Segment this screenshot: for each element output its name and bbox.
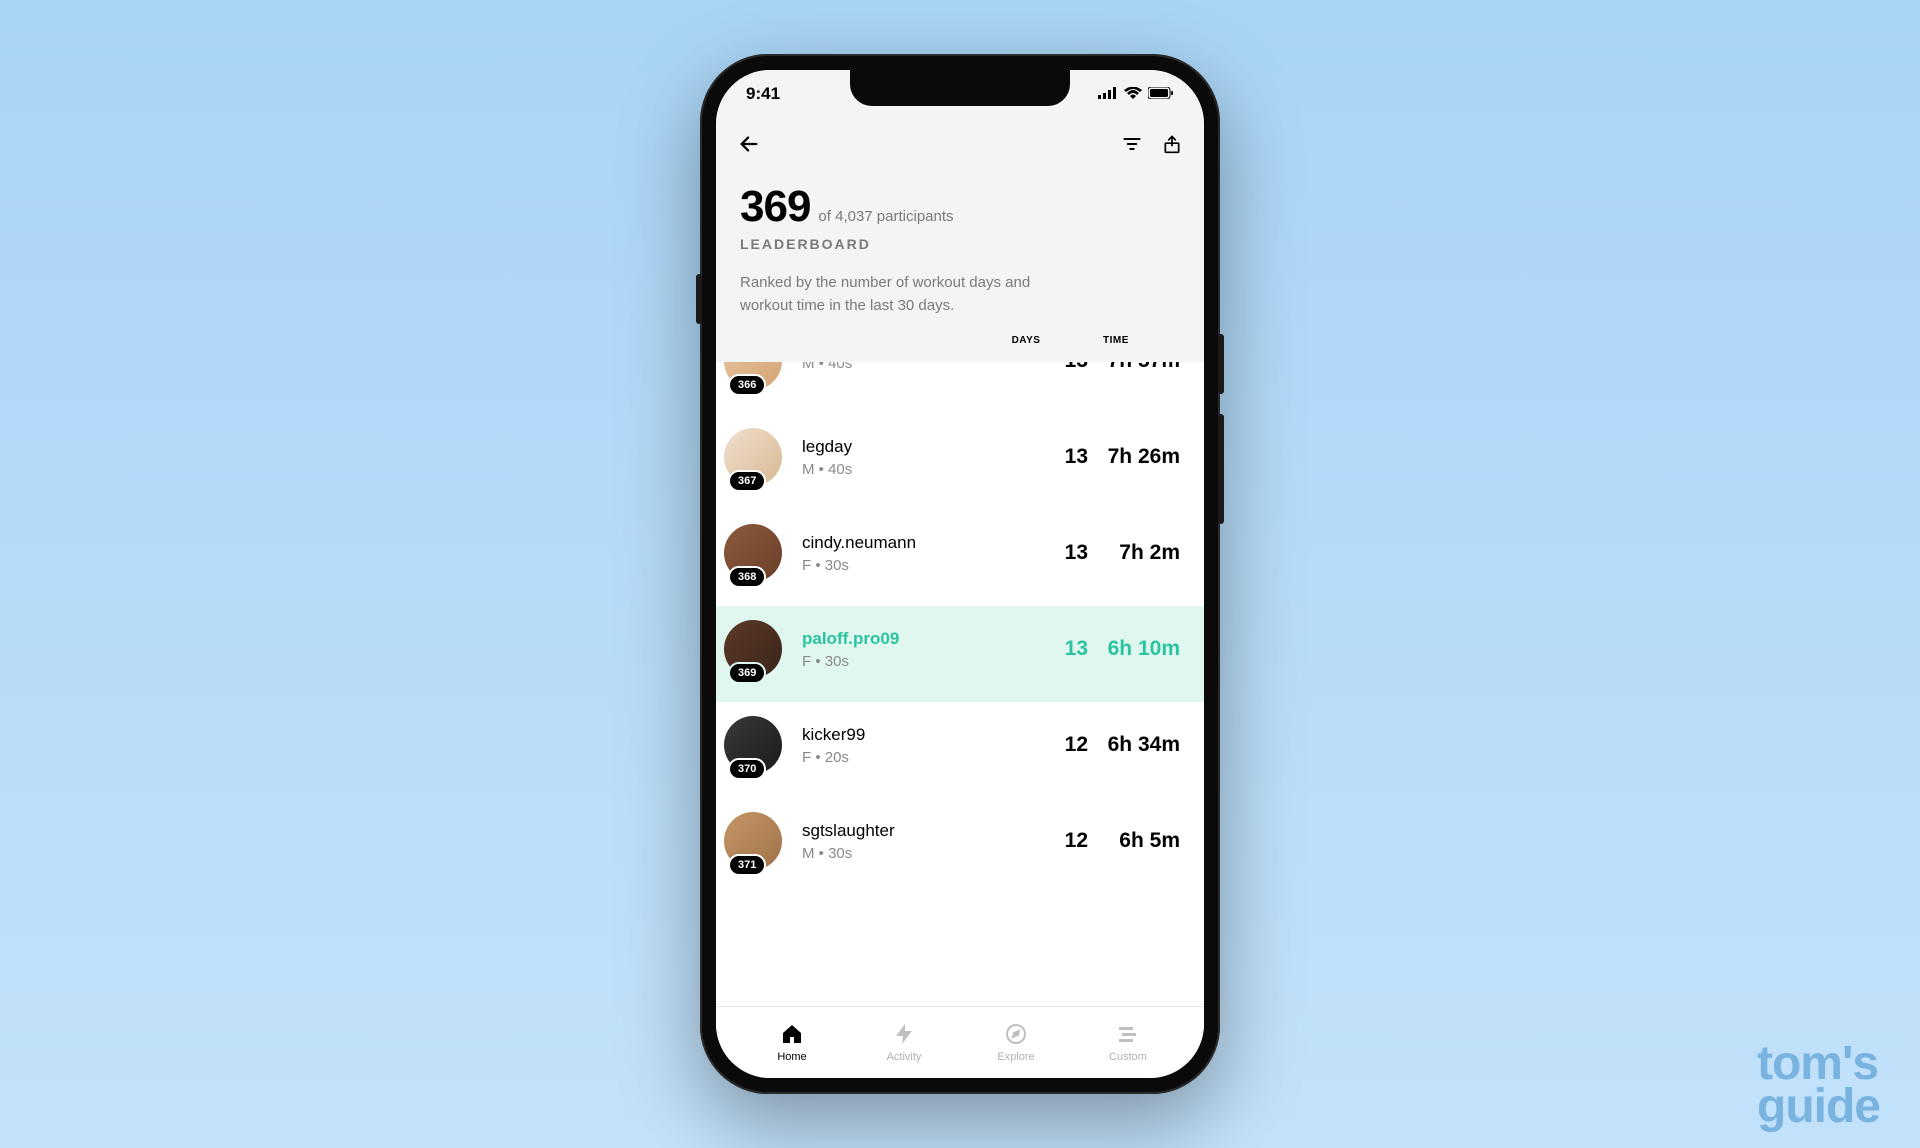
leaderboard-row[interactable]: 367 legday M • 40s 13 7h 26m xyxy=(716,414,1204,510)
user-info: legday M • 40s xyxy=(790,437,1048,478)
leaderboard-row[interactable]: 371 sgtslaughter M • 30s 12 6h 5m xyxy=(716,798,1204,894)
time-value: 7h 57m xyxy=(1088,362,1180,373)
status-time: 9:41 xyxy=(746,84,780,104)
custom-icon xyxy=(1115,1021,1141,1047)
user-info: sgtslaughter M • 30s xyxy=(790,821,1048,862)
battery-icon xyxy=(1148,84,1174,104)
section-title: LEADERBOARD xyxy=(740,236,1180,252)
tab-label: Home xyxy=(777,1051,806,1063)
tab-home[interactable]: Home xyxy=(736,1021,848,1063)
time-value: 7h 26m xyxy=(1088,445,1180,469)
avatar-wrap: 366 xyxy=(724,362,790,390)
tab-custom[interactable]: Custom xyxy=(1072,1021,1184,1063)
user-meta: M • 40s xyxy=(802,461,1048,478)
leaderboard-header: 369 of 4,037 participants LEADERBOARD Ra… xyxy=(716,170,1204,362)
leaderboard-row[interactable]: 370 kicker99 F • 20s 12 6h 34m xyxy=(716,702,1204,798)
user-rank-number: 369 xyxy=(740,182,810,232)
username: paloff.pro09 xyxy=(802,629,1048,649)
back-button[interactable] xyxy=(738,133,760,155)
user-meta: F • 30s xyxy=(802,653,1048,670)
activity-icon xyxy=(891,1021,917,1047)
days-value: 12 xyxy=(1048,733,1088,757)
user-info: M • 40s xyxy=(790,362,1048,372)
rank-badge: 370 xyxy=(728,758,766,780)
username: sgtslaughter xyxy=(802,821,1048,841)
rank-badge: 371 xyxy=(728,854,766,876)
filter-button[interactable] xyxy=(1122,134,1142,154)
username: legday xyxy=(802,437,1048,457)
side-button xyxy=(696,274,702,324)
tab-bar: Home Activity Explore Custom xyxy=(716,1006,1204,1078)
avatar-wrap: 369 xyxy=(724,620,790,678)
participants-count: of 4,037 participants xyxy=(818,208,953,225)
leaderboard-row[interactable]: 366 M • 40s 13 7h 57m xyxy=(716,362,1204,414)
time-column-header: TIME xyxy=(1076,335,1156,346)
side-button xyxy=(1218,414,1224,524)
tab-label: Explore xyxy=(997,1051,1034,1063)
rank-badge: 368 xyxy=(728,566,766,588)
rank-badge: 366 xyxy=(728,374,766,396)
tab-explore[interactable]: Explore xyxy=(960,1021,1072,1063)
days-value: 13 xyxy=(1048,445,1088,469)
leaderboard-row[interactable]: 369 paloff.pro09 F • 30s 13 6h 10m xyxy=(716,606,1204,702)
username: kicker99 xyxy=(802,725,1048,745)
days-value: 13 xyxy=(1048,541,1088,565)
avatar-wrap: 371 xyxy=(724,812,790,870)
days-value: 12 xyxy=(1048,829,1088,853)
side-button xyxy=(1218,334,1224,394)
user-meta: M • 40s xyxy=(802,362,1048,372)
wifi-icon xyxy=(1124,84,1142,104)
days-column-header: DAYS xyxy=(1006,335,1046,346)
cellular-signal-icon xyxy=(1098,84,1118,104)
user-meta: F • 30s xyxy=(802,557,1048,574)
rank-badge: 367 xyxy=(728,470,766,492)
leaderboard-row[interactable]: 368 cindy.neumann F • 30s 13 7h 2m xyxy=(716,510,1204,606)
username: cindy.neumann xyxy=(802,533,1048,553)
user-info: paloff.pro09 F • 30s xyxy=(790,629,1048,670)
days-value: 13 xyxy=(1048,362,1088,373)
user-meta: F • 20s xyxy=(802,749,1048,766)
tab-activity[interactable]: Activity xyxy=(848,1021,960,1063)
avatar-wrap: 367 xyxy=(724,428,790,486)
screen: 9:41 xyxy=(716,70,1204,1078)
column-headers: DAYS TIME xyxy=(740,335,1180,346)
days-value: 13 xyxy=(1048,637,1088,661)
watermark-logo: tom's guide xyxy=(1757,1042,1880,1128)
time-value: 6h 10m xyxy=(1088,637,1180,661)
leaderboard-list[interactable]: 366 M • 40s 13 7h 57m 367 legday M • 40s… xyxy=(716,362,1204,1006)
user-meta: M • 30s xyxy=(802,845,1048,862)
leaderboard-description: Ranked by the number of workout days and… xyxy=(740,272,1060,317)
tab-label: Activity xyxy=(887,1051,922,1063)
watermark-line2: guide xyxy=(1757,1085,1880,1128)
nav-bar xyxy=(716,118,1204,170)
time-value: 6h 5m xyxy=(1088,829,1180,853)
rank-badge: 369 xyxy=(728,662,766,684)
phone-notch xyxy=(850,70,1070,106)
user-info: cindy.neumann F • 30s xyxy=(790,533,1048,574)
explore-icon xyxy=(1003,1021,1029,1047)
avatar-wrap: 368 xyxy=(724,524,790,582)
home-icon xyxy=(779,1021,805,1047)
phone-frame: 9:41 xyxy=(700,54,1220,1094)
time-value: 7h 2m xyxy=(1088,541,1180,565)
user-info: kicker99 F • 20s xyxy=(790,725,1048,766)
share-button[interactable] xyxy=(1162,133,1182,155)
avatar-wrap: 370 xyxy=(724,716,790,774)
status-icons xyxy=(1098,84,1174,104)
tab-label: Custom xyxy=(1109,1051,1147,1063)
time-value: 6h 34m xyxy=(1088,733,1180,757)
